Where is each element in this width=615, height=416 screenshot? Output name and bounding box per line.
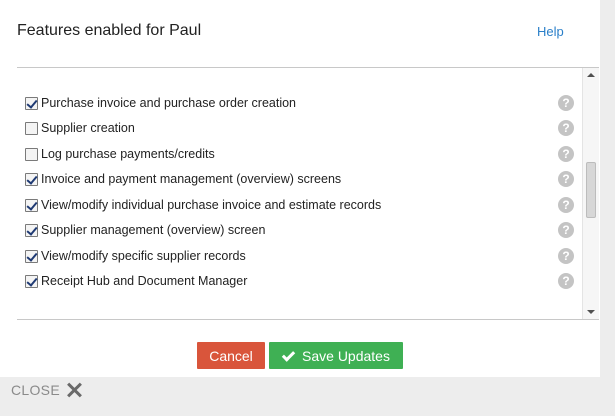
feature-checkbox[interactable]: [25, 249, 38, 263]
save-updates-button[interactable]: Save Updates: [269, 342, 403, 369]
feature-label: Invoice and payment management (overview…: [41, 172, 342, 186]
help-question-icon[interactable]: ?: [558, 171, 574, 187]
features-list: Purchase invoice and purchase order crea…: [17, 68, 579, 319]
feature-checkbox[interactable]: [25, 121, 38, 135]
cancel-button-label: Cancel: [209, 347, 253, 364]
feature-checkbox[interactable]: [25, 172, 38, 186]
feature-checkbox[interactable]: [25, 147, 38, 161]
feature-label: View/modify individual purchase invoice …: [41, 198, 382, 212]
help-question-icon[interactable]: ?: [558, 222, 574, 238]
save-button-label: Save Updates: [302, 347, 390, 364]
scrollbar-thumb[interactable]: [586, 162, 596, 218]
help-question-icon[interactable]: ?: [558, 95, 574, 111]
check-icon: [282, 350, 294, 362]
feature-row[interactable]: View/modify specific supplier records ?: [25, 246, 579, 266]
help-link[interactable]: Help: [537, 24, 564, 39]
dialog-title: Features enabled for Paul: [17, 22, 202, 39]
feature-row[interactable]: Receipt Hub and Document Manager ?: [25, 271, 579, 291]
feature-label: Receipt Hub and Document Manager: [41, 274, 248, 288]
vertical-scrollbar[interactable]: [582, 68, 599, 319]
feature-row[interactable]: View/modify individual purchase invoice …: [25, 195, 579, 215]
help-question-icon[interactable]: ?: [558, 248, 574, 264]
help-question-icon[interactable]: ?: [558, 120, 574, 136]
feature-checkbox[interactable]: [25, 198, 38, 212]
feature-checkbox[interactable]: [25, 223, 38, 237]
close-button[interactable]: CLOSE: [11, 382, 82, 398]
feature-row[interactable]: Invoice and payment management (overview…: [25, 169, 579, 189]
feature-row[interactable]: Purchase invoice and purchase order crea…: [25, 93, 579, 113]
feature-checkbox[interactable]: [25, 96, 38, 110]
help-question-icon[interactable]: ?: [558, 146, 574, 162]
cancel-button[interactable]: Cancel: [197, 342, 265, 369]
scroll-down-arrow-icon[interactable]: [583, 305, 599, 319]
features-dialog: Features enabled for Paul Help Purchase …: [0, 0, 600, 377]
scroll-up-arrow-icon[interactable]: [583, 68, 599, 82]
feature-row[interactable]: Supplier creation ?: [25, 118, 579, 138]
feature-row[interactable]: Log purchase payments/credits ?: [25, 144, 579, 164]
feature-label: Supplier creation: [41, 121, 135, 135]
feature-row[interactable]: Supplier management (overview) screen ?: [25, 220, 579, 240]
feature-label: Supplier management (overview) screen: [41, 223, 266, 237]
feature-label: View/modify specific supplier records: [41, 249, 246, 263]
close-x-icon: [66, 382, 82, 398]
help-question-icon[interactable]: ?: [558, 197, 574, 213]
feature-checkbox[interactable]: [25, 274, 38, 288]
features-panel: Purchase invoice and purchase order crea…: [17, 67, 599, 320]
feature-label: Purchase invoice and purchase order crea…: [41, 96, 297, 110]
feature-label: Log purchase payments/credits: [41, 147, 215, 161]
help-question-icon[interactable]: ?: [558, 273, 574, 289]
close-label: CLOSE: [11, 382, 60, 398]
